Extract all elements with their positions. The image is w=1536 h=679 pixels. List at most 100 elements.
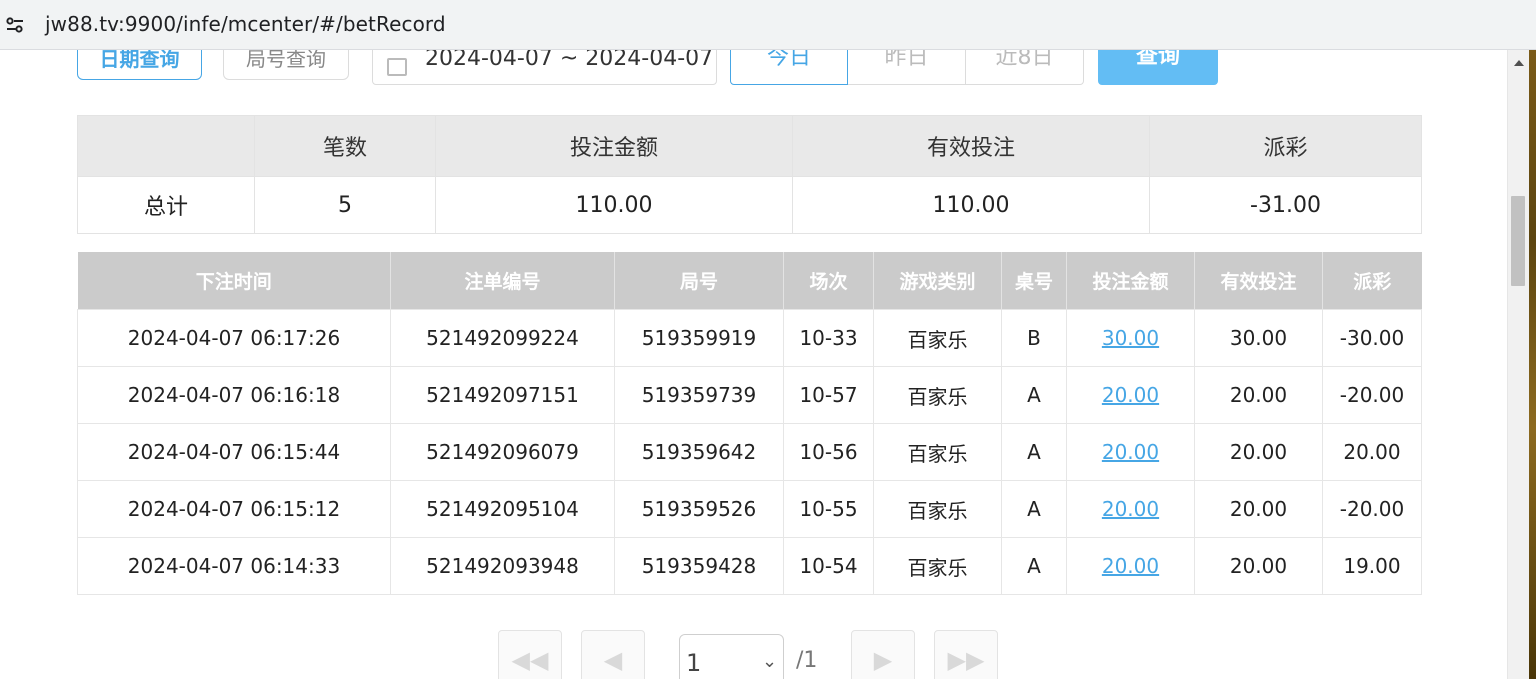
scroll-up-arrow-icon[interactable] [1514, 60, 1524, 66]
double-chevron-right-icon: ▶▶ [947, 646, 985, 674]
summary-count: 5 [254, 176, 436, 234]
cell-valid-bet: 30.00 [1194, 309, 1323, 367]
header-valid-bet: 有效投注 [1194, 252, 1323, 310]
query-button[interactable]: 查询 [1098, 50, 1218, 85]
bet-amount-link[interactable]: 20.00 [1102, 497, 1159, 521]
url-text[interactable]: jw88.tv:9900/infe/mcenter/#/betRecord [45, 12, 446, 36]
pagination: ◀◀ ◀ 1 ⌄ /1 ▶ ▶▶ [0, 630, 1507, 679]
cell-game-type: 百家乐 [873, 309, 1002, 367]
last-page-button[interactable]: ▶▶ [934, 630, 998, 679]
summary-total-label: 总计 [77, 176, 255, 234]
cell-bet-time: 2024-04-07 06:16:18 [77, 366, 391, 424]
cell-game-type: 百家乐 [873, 423, 1002, 481]
bet-amount-link[interactable]: 20.00 [1102, 440, 1159, 464]
summary-valid-bet: 110.00 [792, 176, 1150, 234]
summary-header-payout: 派彩 [1149, 115, 1422, 177]
header-table-no: 桌号 [1001, 252, 1067, 310]
cell-bet-time: 2024-04-07 06:15:12 [77, 480, 391, 538]
bet-amount-link[interactable]: 20.00 [1102, 383, 1159, 407]
table-row: 2024-04-07 06:17:26 521492099224 5193599… [77, 309, 1422, 367]
next-page-button[interactable]: ▶ [851, 630, 915, 679]
cell-bet-amount: 20.00 [1066, 423, 1195, 481]
cell-bet-id: 521492093948 [390, 537, 615, 595]
date-query-button[interactable]: 日期查询 [77, 50, 202, 80]
double-chevron-left-icon: ◀◀ [511, 646, 549, 674]
cell-bet-time: 2024-04-07 06:14:33 [77, 537, 391, 595]
cell-session: 10-54 [783, 537, 874, 595]
cell-payout: 19.00 [1322, 537, 1422, 595]
browser-address-bar: jw88.tv:9900/infe/mcenter/#/betRecord [0, 0, 1536, 50]
header-round: 局号 [614, 252, 784, 310]
today-button[interactable]: 今日 [730, 50, 848, 85]
cell-bet-id: 521492095104 [390, 480, 615, 538]
cell-game-type: 百家乐 [873, 537, 1002, 595]
header-game-type: 游戏类别 [873, 252, 1002, 310]
cell-table-no: A [1001, 480, 1067, 538]
summary-total-row: 总计 5 110.00 110.00 -31.00 [77, 176, 1422, 234]
filter-toolbar: 日期查询 局号查询 2024-04-07 ~ 2024-04-07 今日 昨日 … [0, 50, 1507, 90]
summary-header-count: 笔数 [254, 115, 436, 177]
cell-round: 519359919 [614, 309, 784, 367]
date-range-value: 2024-04-07 ~ 2024-04-07 [425, 50, 714, 71]
header-bet-id: 注单编号 [390, 252, 615, 310]
cell-bet-id: 521492096079 [390, 423, 615, 481]
chevron-right-icon: ▶ [873, 646, 893, 674]
date-range-picker[interactable]: 2024-04-07 ~ 2024-04-07 [372, 50, 717, 85]
first-page-button[interactable]: ◀◀ [498, 630, 562, 679]
bet-amount-link[interactable]: 30.00 [1102, 326, 1159, 350]
header-payout: 派彩 [1322, 252, 1422, 310]
bet-amount-link[interactable]: 20.00 [1102, 554, 1159, 578]
summary-payout: -31.00 [1149, 176, 1422, 234]
scroll-thumb[interactable] [1511, 196, 1525, 286]
header-bet-amount: 投注金额 [1066, 252, 1195, 310]
cell-bet-id: 521492099224 [390, 309, 615, 367]
cell-payout: 20.00 [1322, 423, 1422, 481]
summary-bet-amount: 110.00 [435, 176, 793, 234]
table-row: 2024-04-07 06:15:44 521492096079 5193596… [77, 423, 1422, 481]
vertical-scrollbar[interactable] [1507, 50, 1529, 679]
cell-valid-bet: 20.00 [1194, 423, 1323, 481]
cell-table-no: A [1001, 537, 1067, 595]
page-select[interactable]: 1 ⌄ [679, 634, 784, 679]
calendar-icon [387, 58, 407, 76]
summary-header-row: 笔数 投注金额 有效投注 派彩 [77, 115, 1422, 177]
cell-table-no: B [1001, 309, 1067, 367]
cell-session: 10-57 [783, 366, 874, 424]
summary-table: 笔数 投注金额 有效投注 派彩 总计 5 110.00 110.00 -31.0… [77, 115, 1422, 234]
cell-bet-id: 521492097151 [390, 366, 615, 424]
cell-valid-bet: 20.00 [1194, 537, 1323, 595]
cell-valid-bet: 20.00 [1194, 366, 1323, 424]
cell-bet-amount: 20.00 [1066, 366, 1195, 424]
chevron-left-icon: ◀ [603, 646, 623, 674]
cell-bet-amount: 20.00 [1066, 480, 1195, 538]
background-window-edge [1529, 50, 1536, 679]
cell-bet-time: 2024-04-07 06:17:26 [77, 309, 391, 367]
last-days-button[interactable]: 近8日 [966, 50, 1084, 85]
cell-round: 519359428 [614, 537, 784, 595]
cell-payout: -20.00 [1322, 366, 1422, 424]
cell-game-type: 百家乐 [873, 480, 1002, 538]
cell-game-type: 百家乐 [873, 366, 1002, 424]
cell-round: 519359739 [614, 366, 784, 424]
records-header-row: 下注时间 注单编号 局号 场次 游戏类别 桌号 投注金额 有效投注 派彩 [77, 252, 1422, 310]
page-viewport: 日期查询 局号查询 2024-04-07 ~ 2024-04-07 今日 昨日 … [0, 50, 1507, 679]
table-row: 2024-04-07 06:16:18 521492097151 5193597… [77, 366, 1422, 424]
page-select-value: 1 [686, 649, 702, 677]
summary-header-valid-bet: 有效投注 [792, 115, 1150, 177]
header-bet-time: 下注时间 [77, 252, 391, 310]
cell-table-no: A [1001, 366, 1067, 424]
round-query-button[interactable]: 局号查询 [223, 50, 349, 80]
cell-round: 519359526 [614, 480, 784, 538]
cell-payout: -20.00 [1322, 480, 1422, 538]
tune-icon[interactable] [3, 13, 27, 37]
prev-page-button[interactable]: ◀ [581, 630, 645, 679]
summary-header-blank [77, 115, 255, 177]
cell-bet-amount: 30.00 [1066, 309, 1195, 367]
table-row: 2024-04-07 06:14:33 521492093948 5193594… [77, 537, 1422, 595]
bet-records-table: 下注时间 注单编号 局号 场次 游戏类别 桌号 投注金额 有效投注 派彩 202… [77, 252, 1422, 595]
table-row: 2024-04-07 06:15:12 521492095104 5193595… [77, 480, 1422, 538]
yesterday-button[interactable]: 昨日 [848, 50, 966, 85]
cell-session: 10-55 [783, 480, 874, 538]
header-session: 场次 [783, 252, 874, 310]
cell-table-no: A [1001, 423, 1067, 481]
